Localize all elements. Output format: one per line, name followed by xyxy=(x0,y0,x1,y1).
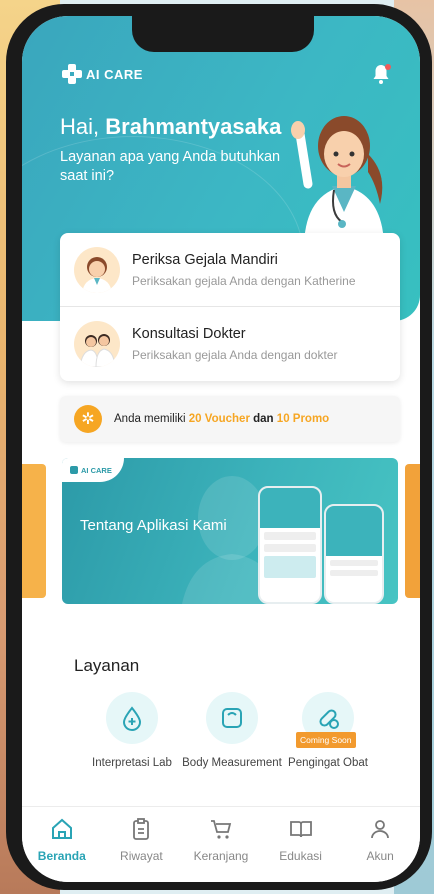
scale-icon xyxy=(206,692,258,744)
service-body[interactable]: Body Measurement xyxy=(182,692,282,771)
katherine-avatar xyxy=(74,246,120,293)
user-name: Brahmantyasaka xyxy=(105,114,282,139)
doctor-illustration xyxy=(291,116,384,244)
bell-icon[interactable] xyxy=(369,62,393,86)
feature-self-check[interactable]: Periksa Gejala Mandiri Periksakan gejala… xyxy=(60,233,400,307)
nav-akun[interactable]: Akun xyxy=(345,817,415,882)
feature-doctor-consult[interactable]: Konsultasi Dokter Periksakan gejala Anda… xyxy=(60,307,400,381)
nav-label: Akun xyxy=(366,849,394,863)
greeting-prefix: Hai, xyxy=(60,114,100,139)
user-icon xyxy=(371,820,390,839)
lab-drop-icon xyxy=(106,692,158,744)
banner-brand: AI CARE xyxy=(81,465,112,475)
nav-label: Edukasi xyxy=(279,849,322,863)
cart-icon xyxy=(210,820,232,839)
feature-title: Periksa Gejala Mandiri xyxy=(132,251,278,268)
feature-desc: Periksakan gejala Anda dengan Katherine xyxy=(132,273,356,288)
phone-notch xyxy=(132,16,314,52)
phone-frame: AI CARE Hai, Brahmantyasaka Layanan apa … xyxy=(6,4,432,890)
app-name: AI CARE xyxy=(86,66,143,82)
services-title: Layanan xyxy=(74,656,140,675)
nav-label: Riwayat xyxy=(120,849,163,863)
nav-keranjang[interactable]: Keranjang xyxy=(186,817,256,882)
ai-care-logo-icon xyxy=(70,466,78,474)
home-icon xyxy=(51,818,72,839)
nav-label: Keranjang xyxy=(193,849,249,863)
clipboard-icon xyxy=(133,818,150,840)
book-icon xyxy=(289,821,312,838)
feature-title: Konsultasi Dokter xyxy=(132,326,246,342)
service-label: Interpretasi Lab xyxy=(92,757,172,769)
feature-card: Periksa Gejala Mandiri Periksakan gejala… xyxy=(60,233,400,381)
nav-edukasi[interactable]: Edukasi xyxy=(266,817,336,882)
phone-mockup-front xyxy=(258,486,322,604)
voucher-mid: dan xyxy=(253,413,274,425)
greeting-subtitle: Layanan apa yang Anda butuhkan saat ini? xyxy=(60,149,281,184)
app-screen: AI CARE Hai, Brahmantyasaka Layanan apa … xyxy=(22,16,420,882)
ai-care-logo-icon xyxy=(62,64,82,84)
gear-icon: ✲ xyxy=(74,405,102,433)
nav-beranda[interactable]: Beranda xyxy=(27,817,97,882)
service-label: Body Measurement xyxy=(182,757,282,769)
promo-count: 10 Promo xyxy=(276,413,330,425)
feature-desc: Periksakan gejala Anda dengan dokter xyxy=(132,348,338,362)
nav-riwayat[interactable]: Riwayat xyxy=(106,817,176,882)
app-logo: AI CARE xyxy=(62,64,143,84)
greeting: Hai, Brahmantyasaka xyxy=(60,114,281,140)
about-app-banner[interactable]: AI CARE Tentang Aplikasi Kami xyxy=(62,458,398,604)
doctors-avatar xyxy=(74,321,120,367)
nav-label: Beranda xyxy=(37,849,86,863)
service-medicine[interactable]: Coming Soon Pengingat Obat xyxy=(278,692,378,771)
service-label: Pengingat Obat xyxy=(288,757,368,769)
coming-soon-badge: Coming Soon xyxy=(296,732,356,748)
carousel-prev-peek[interactable] xyxy=(22,464,46,598)
banner-title: Tentang Aplikasi Kami xyxy=(80,517,227,534)
voucher-text: Anda memiliki 20 Voucher dan 10 Promo xyxy=(114,413,329,425)
voucher-prefix: Anda memiliki xyxy=(114,413,186,425)
voucher-bar[interactable]: ✲ Anda memiliki 20 Voucher dan 10 Promo xyxy=(60,396,400,442)
banner-logo: AI CARE xyxy=(62,458,124,482)
phone-mockup-back xyxy=(324,504,384,604)
carousel-next-peek[interactable] xyxy=(405,464,420,598)
voucher-count: 20 Voucher xyxy=(188,413,250,425)
service-lab[interactable]: Interpretasi Lab xyxy=(82,692,182,771)
bottom-nav: Beranda Riwayat Keranjang Edukasi Akun xyxy=(22,806,420,882)
